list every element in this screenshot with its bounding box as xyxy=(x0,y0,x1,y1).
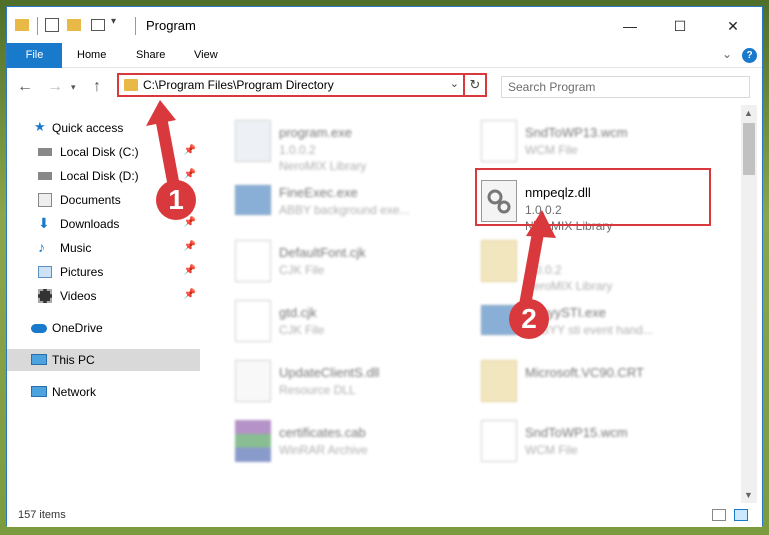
scrollbar-thumb[interactable] xyxy=(743,123,755,175)
list-item[interactable]: program.exe 1.0.0.2 NeroMIX Library xyxy=(205,113,455,173)
large-icons-view-icon[interactable] xyxy=(734,509,748,521)
scroll-up-icon[interactable]: ▲ xyxy=(744,108,753,118)
folder-file-icon xyxy=(481,360,517,402)
tab-home[interactable]: Home xyxy=(77,43,106,68)
blank-file-icon xyxy=(481,420,517,462)
scroll-down-icon[interactable]: ▼ xyxy=(744,490,753,500)
selected-file-highlight xyxy=(475,168,711,226)
sidebar-item-network[interactable]: Network xyxy=(7,381,200,403)
pin-icon[interactable]: 📌 xyxy=(184,289,196,300)
pin-icon[interactable]: 📌 xyxy=(184,169,196,180)
list-item[interactable]: UpdateClientS.dll Resource DLL xyxy=(205,353,455,409)
sidebar-item-onedrive[interactable]: OneDrive xyxy=(7,317,200,339)
music-icon: ♪ xyxy=(38,239,45,255)
view-options-icon[interactable] xyxy=(91,19,105,31)
star-icon: ★ xyxy=(34,119,46,134)
blank-file-icon xyxy=(481,120,517,162)
folder-icon xyxy=(124,79,138,91)
recent-locations-icon[interactable]: ▾ xyxy=(71,82,76,93)
pin-icon[interactable]: 📌 xyxy=(184,241,196,252)
file-list: program.exe 1.0.0.2 NeroMIX Library Fine… xyxy=(205,105,740,503)
new-folder-icon[interactable] xyxy=(67,19,81,31)
pin-icon[interactable]: 📌 xyxy=(184,145,196,156)
details-view-icon[interactable] xyxy=(712,509,726,521)
address-bar[interactable]: C:\Program Files\Program Directory ⌄ xyxy=(117,73,465,97)
properties-icon[interactable] xyxy=(45,18,59,32)
pin-icon[interactable]: 📌 xyxy=(184,217,196,228)
sidebar-item-local-disk-c[interactable]: Local Disk (C:) 📌 xyxy=(7,141,200,163)
close-button[interactable]: ✕ xyxy=(710,13,756,39)
expand-ribbon-icon[interactable]: ⌄ xyxy=(722,47,732,61)
dll-file-icon xyxy=(235,360,271,402)
refresh-button[interactable]: ↻ xyxy=(465,73,487,97)
pictures-icon xyxy=(38,266,52,278)
folder-icon xyxy=(15,19,29,31)
drive-icon xyxy=(38,148,52,156)
title-bar: ▾ Program — ☐ ✕ xyxy=(7,7,762,43)
window-title: Program xyxy=(146,18,196,33)
sidebar-item-pictures[interactable]: Pictures 📌 xyxy=(7,261,200,283)
explorer-window: ▾ Program — ☐ ✕ File Home Share View ⌄ ?… xyxy=(6,6,763,527)
cloud-icon xyxy=(31,324,47,333)
list-item[interactable]: FineExec.exe ABBY background exe... xyxy=(205,173,455,229)
sidebar-item-quick-access[interactable]: ★ Quick access xyxy=(7,117,200,139)
pin-icon[interactable]: 📌 xyxy=(184,265,196,276)
exe-file-icon xyxy=(235,185,271,215)
ribbon-tabs: File Home Share View ⌄ ? xyxy=(7,43,762,68)
list-item[interactable]: DefaultFont.cjk CJK File xyxy=(205,233,455,289)
blank-file-icon xyxy=(235,300,271,342)
vertical-scrollbar[interactable]: ▲ ▼ xyxy=(741,105,757,503)
tab-share[interactable]: Share xyxy=(136,43,165,68)
list-item[interactable]: Microsoft.VC90.CRT xyxy=(451,353,701,409)
back-arrow-icon[interactable]: ← xyxy=(17,78,33,96)
drive-icon xyxy=(38,172,52,180)
list-item[interactable]: SndToWP15.wcm WCM File xyxy=(451,413,701,469)
navigation-pane: ★ Quick access Local Disk (C:) 📌 Local D… xyxy=(7,105,200,503)
sidebar-item-this-pc[interactable]: This PC xyxy=(7,349,200,371)
forward-arrow-icon[interactable]: → xyxy=(47,78,63,96)
tab-file[interactable]: File xyxy=(7,43,62,68)
navigation-bar: ← → ▾ ↑ C:\Program Files\Program Directo… xyxy=(7,69,762,103)
list-item[interactable]: 1.0.0.2 NeroMIX Library xyxy=(451,233,701,293)
status-bar: 157 items xyxy=(7,503,762,527)
computer-icon xyxy=(31,354,47,365)
address-path[interactable]: C:\Program Files\Program Directory xyxy=(143,78,334,92)
tab-view[interactable]: View xyxy=(194,43,218,68)
documents-icon xyxy=(38,193,52,207)
blank-file-icon xyxy=(235,240,271,282)
help-icon[interactable]: ? xyxy=(742,48,757,63)
archive-file-icon xyxy=(235,420,271,462)
chevron-down-icon[interactable]: ⌄ xyxy=(450,77,459,90)
up-arrow-icon[interactable]: ↑ xyxy=(93,78,101,96)
callout-1: 1 xyxy=(156,180,196,220)
search-input[interactable]: Search Program xyxy=(501,76,750,98)
separator xyxy=(37,17,38,35)
list-item[interactable]: certificates.cab WinRAR Archive xyxy=(205,413,455,469)
item-count: 157 items xyxy=(18,509,66,521)
exe-file-icon xyxy=(235,120,271,162)
search-placeholder: Search Program xyxy=(508,80,596,94)
list-item[interactable]: gtd.cjk CJK File xyxy=(205,293,455,349)
list-item[interactable]: SndToWP13.wcm WCM File xyxy=(451,113,701,169)
separator xyxy=(135,17,136,35)
minimize-button[interactable]: — xyxy=(607,13,653,39)
maximize-button[interactable]: ☐ xyxy=(657,13,703,39)
videos-icon xyxy=(38,289,52,303)
customize-toolbar-icon[interactable]: ▾ xyxy=(111,16,116,34)
list-item[interactable]: AbbyySTI.exe ABBYY sti event hand... xyxy=(451,293,701,349)
sidebar-item-videos[interactable]: Videos 📌 xyxy=(7,285,200,307)
downloads-icon: ⬇ xyxy=(38,215,50,231)
sidebar-item-music[interactable]: ♪ Music 📌 xyxy=(7,237,200,259)
callout-2: 2 xyxy=(509,299,549,339)
network-icon xyxy=(31,386,47,397)
folder-file-icon xyxy=(481,240,517,282)
